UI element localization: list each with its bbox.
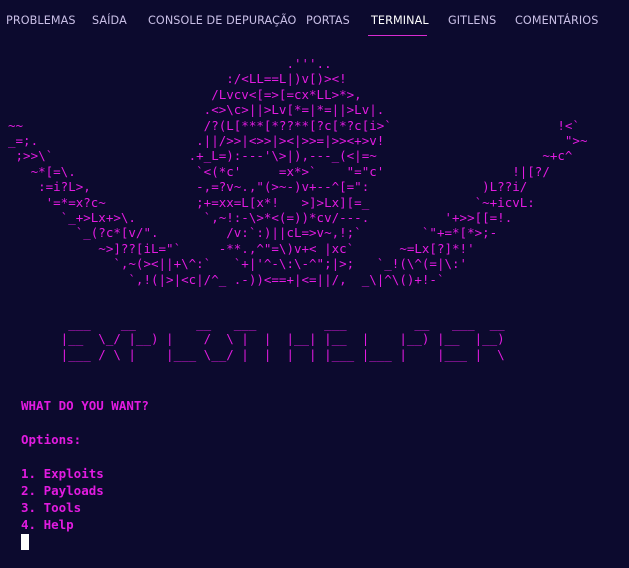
- terminal-options-label: Options:: [21, 432, 82, 447]
- tab-comentarios[interactable]: COMENTÁRIOS: [515, 14, 598, 27]
- tab-saida[interactable]: SAÍDA: [92, 14, 127, 27]
- terminal-option-exploits: 1. Exploits: [21, 466, 104, 481]
- panel-tab-bar: PROBLEMAS SAÍDA CONSOLE DE DEPURAÇÃO POR…: [0, 0, 629, 42]
- tab-gitlens[interactable]: GITLENS: [448, 14, 496, 27]
- tab-terminal[interactable]: TERMINAL: [371, 14, 429, 27]
- terminal-prompt-text: WHAT DO YOU WANT?: [21, 398, 149, 413]
- tab-problemas[interactable]: PROBLEMAS: [6, 14, 76, 27]
- terminal-cursor: [21, 534, 29, 550]
- terminal-ascii-logo: ___ __ __ ___ ___ __ ___ __ |__ \_/ |__)…: [60, 316, 505, 362]
- terminal-panel[interactable]: .'''.. :/<LL==L|)v[)><! /Lvcv<[=>[=cx*LL…: [0, 42, 629, 568]
- terminal-option-payloads: 2. Payloads: [21, 483, 104, 498]
- terminal-option-help: 4. Help: [21, 517, 74, 532]
- active-tab-indicator: [368, 35, 427, 36]
- tab-console-de-depuracao[interactable]: CONSOLE DE DEPURAÇÃO: [148, 14, 296, 27]
- tab-portas[interactable]: PORTAS: [306, 14, 350, 27]
- terminal-option-tools: 3. Tools: [21, 500, 82, 515]
- terminal-ascii-art: .'''.. :/<LL==L|)v[)><! /Lvcv<[=>[=cx*LL…: [8, 56, 588, 287]
